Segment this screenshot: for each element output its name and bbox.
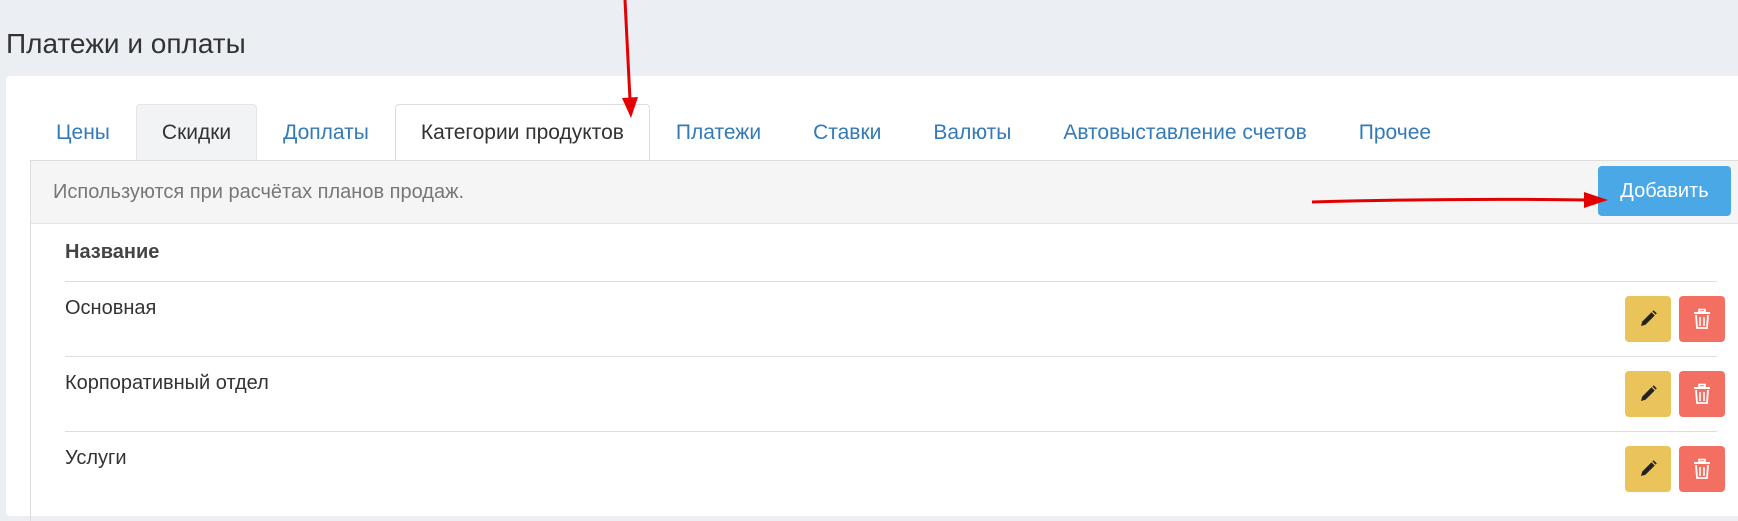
tab-surcharges[interactable]: Доплаты xyxy=(257,104,395,160)
tab-discounts[interactable]: Скидки xyxy=(135,104,258,160)
row-name: Основная xyxy=(65,297,157,319)
tab-currencies[interactable]: Валюты xyxy=(907,104,1037,160)
edit-button[interactable] xyxy=(1625,296,1671,342)
trash-icon xyxy=(1694,458,1710,479)
delete-button[interactable] xyxy=(1679,446,1725,492)
table-row: Основная xyxy=(65,282,1725,357)
row-actions xyxy=(1625,296,1725,342)
tab-content: Используются при расчётах планов продаж.… xyxy=(30,160,1738,521)
tab-rates[interactable]: Ставки xyxy=(787,104,907,160)
trash-icon xyxy=(1694,383,1710,404)
tab-payments[interactable]: Платежи xyxy=(650,104,787,160)
delete-button[interactable] xyxy=(1679,296,1725,342)
table-row: Корпоративный отдел xyxy=(65,357,1725,432)
settings-panel: Цены Скидки Доплаты Категории продуктов … xyxy=(6,76,1738,521)
table-row: Услуги xyxy=(65,432,1725,507)
tab-bar: Цены Скидки Доплаты Категории продуктов … xyxy=(30,104,1738,161)
tab-other[interactable]: Прочее xyxy=(1333,104,1457,160)
pencil-icon xyxy=(1641,385,1657,401)
row-name: Корпоративный отдел xyxy=(65,372,269,394)
trash-icon xyxy=(1694,308,1710,329)
edit-button[interactable] xyxy=(1625,371,1671,417)
tab-prices[interactable]: Цены xyxy=(30,104,136,160)
pencil-icon xyxy=(1641,310,1657,326)
column-header-name: Название xyxy=(65,224,1717,282)
row-actions xyxy=(1625,371,1725,417)
page-title: Платежи и оплаты xyxy=(6,28,246,59)
delete-button[interactable] xyxy=(1679,371,1725,417)
categories-table: Название Основная Корпоративный отдел Ус… xyxy=(65,224,1725,507)
edit-button[interactable] xyxy=(1625,446,1671,492)
pencil-icon xyxy=(1641,460,1657,476)
info-bar: Используются при расчётах планов продаж.… xyxy=(31,161,1738,224)
info-text: Используются при расчётах планов продаж. xyxy=(53,181,465,203)
tab-auto-invoicing[interactable]: Автовыставление счетов xyxy=(1037,104,1332,160)
tab-product-categories[interactable]: Категории продуктов xyxy=(394,104,650,161)
row-name: Услуги xyxy=(65,447,127,469)
add-button[interactable]: Добавить xyxy=(1598,166,1731,216)
row-actions xyxy=(1625,446,1725,492)
